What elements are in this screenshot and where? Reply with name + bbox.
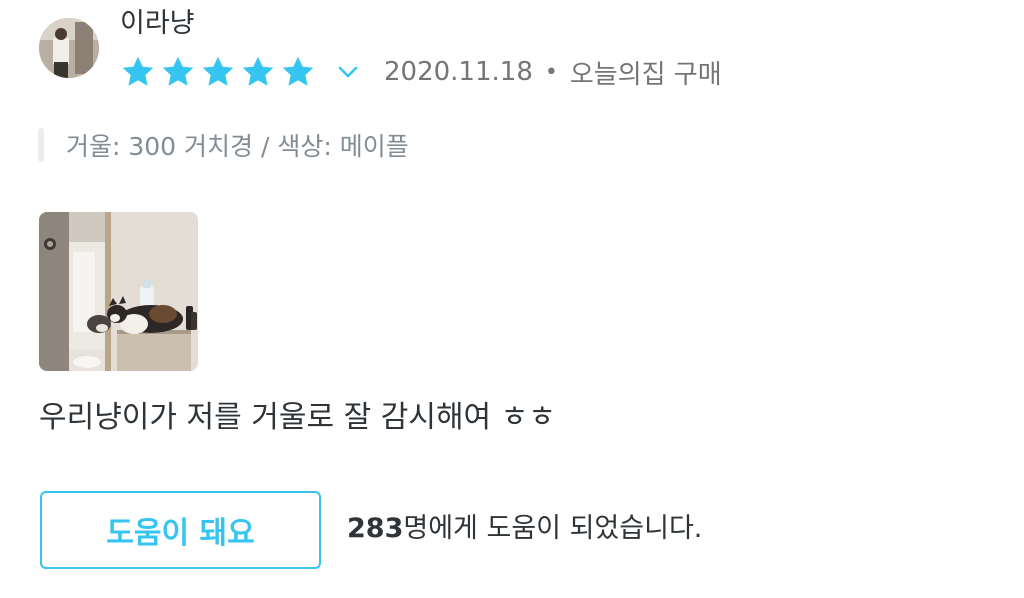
star-icon: [200, 54, 236, 90]
review-meta: 2020.11.18 • 오늘의집 구매: [384, 54, 722, 91]
purchase-source: 오늘의집 구매: [569, 59, 722, 90]
review-photo[interactable]: [39, 212, 198, 371]
star-icon: [160, 54, 196, 90]
chevron-down-icon[interactable]: [328, 54, 368, 90]
star-icon: [120, 54, 156, 90]
product-option: 거울: 300 거치경 / 색상: 메이플: [38, 128, 409, 162]
helpful-count-text: 283명에게 도움이 되었습니다.: [347, 509, 702, 549]
helpful-count: 283: [347, 513, 404, 544]
username: 이라냥: [120, 8, 195, 39]
review-text: 우리냥이가 저를 거울로 잘 감시해여 ㅎㅎ: [39, 400, 556, 435]
option-divider: [38, 128, 44, 162]
star-rating: [120, 54, 320, 90]
review-date: 2020.11.18: [384, 57, 533, 87]
rating-row: 2020.11.18 • 오늘의집 구매: [120, 52, 722, 92]
star-icon: [240, 54, 276, 90]
star-icon: [280, 54, 316, 90]
meta-separator: •: [544, 59, 558, 85]
helpful-count-suffix: 명에게 도움이 되었습니다.: [403, 513, 703, 544]
avatar[interactable]: [39, 18, 99, 78]
option-text: 거울: 300 거치경 / 색상: 메이플: [66, 132, 409, 161]
helpful-button[interactable]: 도움이 돼요: [40, 491, 321, 569]
